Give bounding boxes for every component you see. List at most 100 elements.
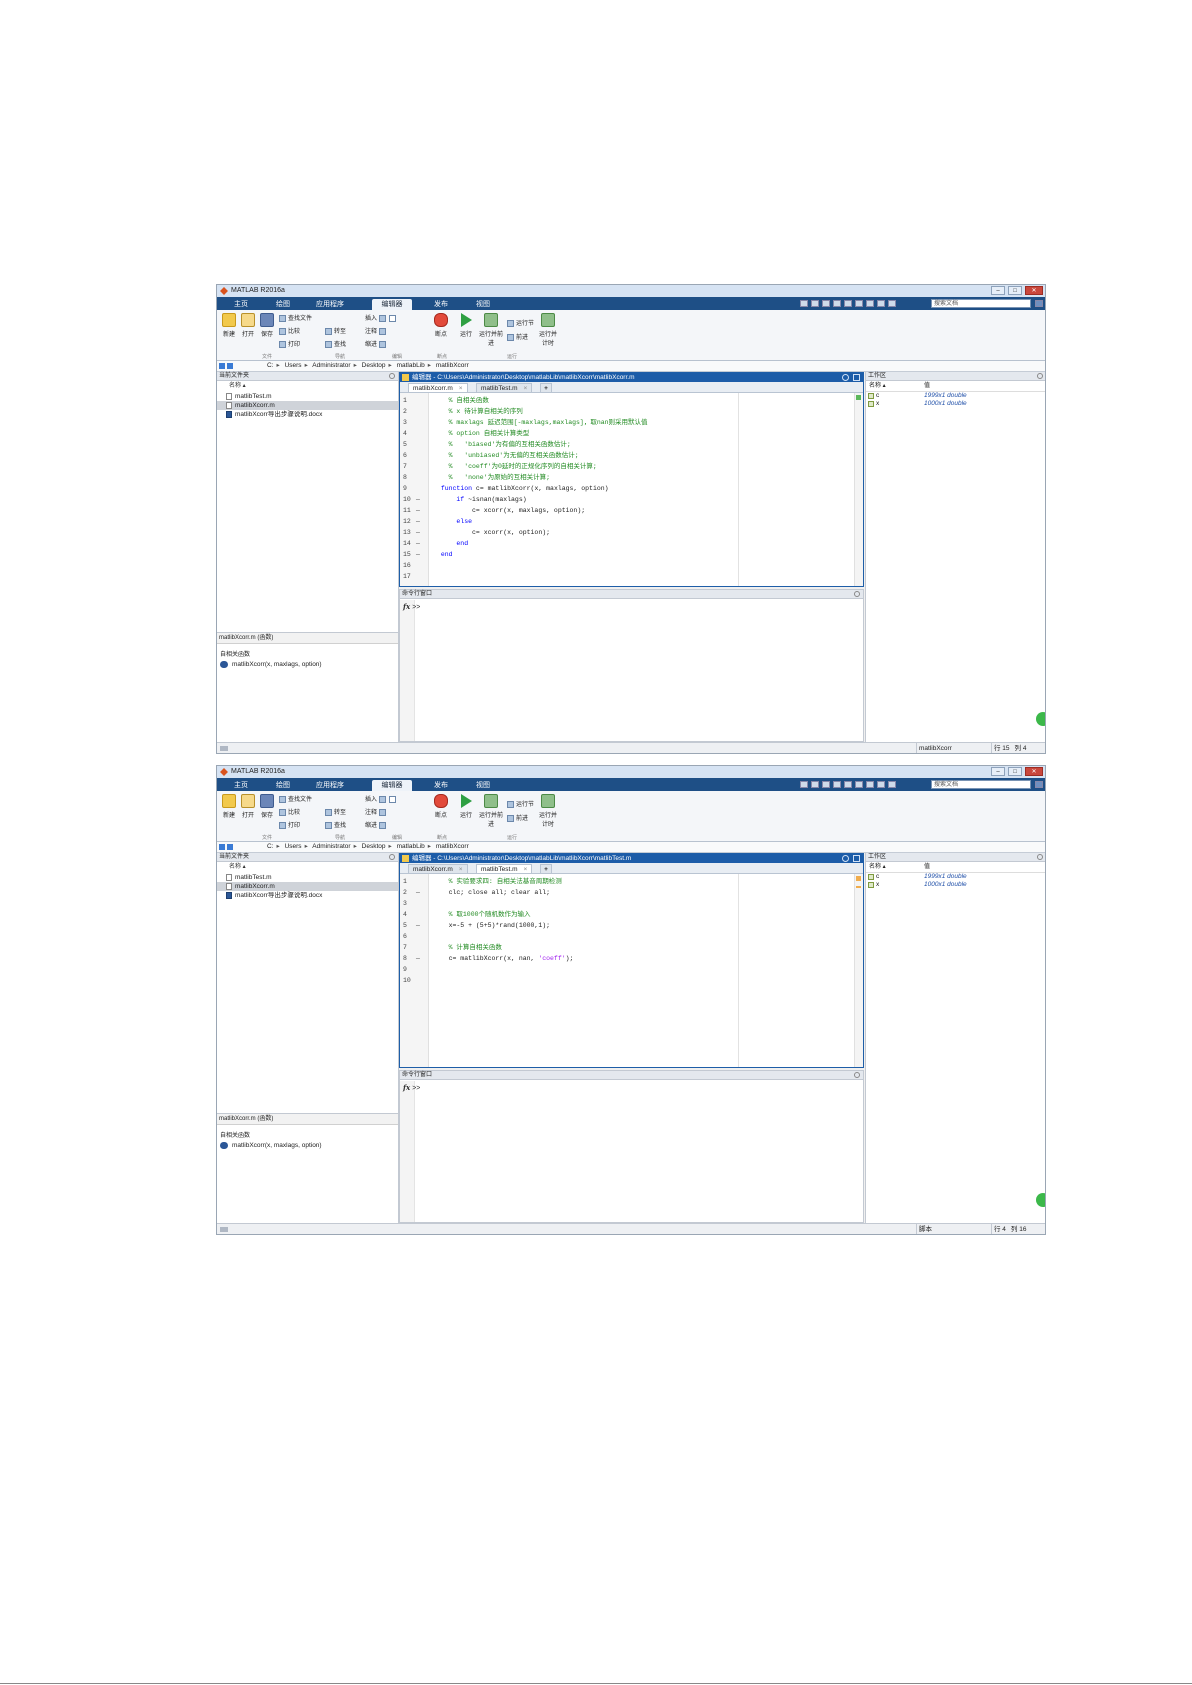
code-line[interactable]: 4 % 取1000个随机数作为输入 xyxy=(400,909,863,920)
editor-options-icon[interactable] xyxy=(842,855,849,862)
tab-view[interactable]: 视图 xyxy=(463,780,503,791)
code-line[interactable]: 8 — c= matlibXcorr(x, nan, 'coeff'); xyxy=(400,953,863,964)
pane-options-icon[interactable] xyxy=(854,1072,860,1078)
run-and-time-button[interactable]: 运行并计时 xyxy=(537,313,559,347)
goto-button[interactable]: 转至 xyxy=(325,807,346,816)
workspace-variable[interactable]: x 1000x1 double xyxy=(866,881,1045,889)
tab-close-icon[interactable]: × xyxy=(459,866,463,873)
find-files-button[interactable]: 查找文件 xyxy=(279,794,312,803)
back-arrow-icon[interactable] xyxy=(219,844,225,850)
forward-arrow-icon[interactable] xyxy=(227,844,233,850)
details-header[interactable]: matlibXcorr.m (函数) xyxy=(217,633,398,644)
code-line[interactable]: 9 function c= matlibXcorr(x, maxlags, op… xyxy=(400,483,863,494)
breakpoint-slot[interactable]: — xyxy=(416,494,420,505)
find-files-button[interactable]: 查找文件 xyxy=(279,313,312,322)
tab-plots[interactable]: 绘图 xyxy=(263,780,303,791)
maximize-button[interactable]: □ xyxy=(1008,767,1022,776)
code-line[interactable]: 1 % 实验要求四: 自相关法基音周期检测 xyxy=(400,876,863,887)
breadcrumb-item[interactable]: matlabLib xyxy=(397,843,425,850)
quick-undo-icon[interactable] xyxy=(844,300,852,307)
breakpoints-button[interactable]: 断点 xyxy=(432,794,450,819)
command-prompt[interactable]: fx >> xyxy=(403,1083,420,1092)
tab-close-icon[interactable]: × xyxy=(523,866,527,873)
tab-close-icon[interactable]: × xyxy=(523,385,527,392)
code-line[interactable]: 4 % option 自相关计算类型 xyxy=(400,428,863,439)
run-and-advance-button[interactable]: 运行并前进 xyxy=(479,794,503,828)
file-item-selected[interactable]: matlibXcorr.m xyxy=(217,401,398,410)
quick-save-icon[interactable] xyxy=(800,781,808,788)
quick-redo-icon[interactable] xyxy=(855,781,863,788)
ws-name-header[interactable]: 名称 ▴ xyxy=(869,863,886,872)
code-line[interactable]: 13 — c= xcorr(x, option); xyxy=(400,527,863,538)
editor-tab[interactable]: matlibXcorr.m × xyxy=(408,383,468,392)
quick-copy-icon[interactable] xyxy=(822,300,830,307)
code-line[interactable]: 3 xyxy=(400,898,863,909)
ws-value-header[interactable]: 值 xyxy=(924,863,930,872)
breakpoint-slot[interactable]: — xyxy=(416,516,420,527)
breadcrumb-item[interactable]: Administrator xyxy=(312,362,350,369)
tab-editor[interactable]: 编辑器 xyxy=(372,780,412,791)
file-item[interactable]: matlibXcorr导出步骤说明.docx xyxy=(217,410,398,419)
editor-tab[interactable]: matlibTest.m × xyxy=(476,864,533,873)
tab-apps[interactable]: 应用程序 xyxy=(305,780,355,791)
details-header[interactable]: matlibXcorr.m (函数) xyxy=(217,1114,398,1125)
tab-editor[interactable]: 编辑器 xyxy=(372,299,412,310)
search-documentation-input[interactable]: 搜索文档 xyxy=(931,299,1031,308)
indent-button[interactable]: 缩进 xyxy=(365,339,388,348)
minimize-button[interactable]: – xyxy=(991,286,1005,295)
ws-name-header[interactable]: 名称 ▴ xyxy=(869,382,886,391)
help-question-icon[interactable] xyxy=(888,781,896,788)
comment-button[interactable]: 注释 xyxy=(365,326,388,335)
code-line[interactable]: 10 — if ~isnan(maxlags) xyxy=(400,494,863,505)
close-button[interactable]: ✕ xyxy=(1025,286,1043,295)
code-line[interactable]: 11 — c= xcorr(x, maxlags, option); xyxy=(400,505,863,516)
name-column-header[interactable]: 名称 ▴ xyxy=(217,863,398,872)
breakpoint-slot[interactable]: — xyxy=(416,887,420,898)
code-area[interactable]: 1 % 实验要求四: 自相关法基音周期检测 2 — clc; close all; … xyxy=(400,874,863,1067)
run-button[interactable]: 运行 xyxy=(457,794,475,819)
new-tab-button[interactable]: + xyxy=(540,383,552,392)
help-icon[interactable] xyxy=(866,300,874,307)
tab-publish[interactable]: 发布 xyxy=(421,780,461,791)
file-item[interactable]: matlibTest.m xyxy=(217,873,398,882)
breadcrumb-item[interactable]: matlibXcorr xyxy=(436,843,469,850)
address-bar[interactable]: C: ▸ Users ▸ Administrator ▸ Desktop ▸ matla… xyxy=(217,361,1045,372)
advance-button[interactable]: 前进 xyxy=(507,813,528,822)
editor-options-icon[interactable] xyxy=(842,374,849,381)
code-line[interactable]: 8 % 'none'为原始的互相关计算; xyxy=(400,472,863,483)
breakpoint-slot[interactable]: — xyxy=(416,549,420,560)
breakpoint-slot[interactable]: — xyxy=(416,953,420,964)
address-bar[interactable]: C: ▸ Users ▸ Administrator ▸ Desktop ▸ matla… xyxy=(217,842,1045,853)
code-area[interactable]: 1 % 自相关函数 2 % x 待计算自相关的序列 3 % maxlags 延迟范围… xyxy=(400,393,863,586)
editor-close-icon[interactable] xyxy=(853,374,860,381)
print-button[interactable]: 打印 xyxy=(279,339,300,348)
breakpoints-button[interactable]: 断点 xyxy=(432,313,450,338)
forward-arrow-icon[interactable] xyxy=(227,363,233,369)
code-line[interactable]: 7 % 计算自相关函数 xyxy=(400,942,863,953)
code-line[interactable]: 2 — clc; close all; clear all; xyxy=(400,887,863,898)
tab-publish[interactable]: 发布 xyxy=(421,299,461,310)
run-section-button[interactable]: 运行节 xyxy=(507,799,534,808)
editor-close-icon[interactable] xyxy=(853,855,860,862)
code-line[interactable]: 2 % x 待计算自相关的序列 xyxy=(400,406,863,417)
breadcrumb-item[interactable]: Users xyxy=(285,362,302,369)
community-icon[interactable] xyxy=(877,781,885,788)
breakpoint-slot[interactable]: — xyxy=(416,538,420,549)
community-icon[interactable] xyxy=(877,300,885,307)
pane-options-icon[interactable] xyxy=(389,373,395,379)
quick-copy-icon[interactable] xyxy=(822,781,830,788)
find-button[interactable]: 查找 xyxy=(325,820,346,829)
save-button[interactable]: 保存 xyxy=(259,794,275,819)
advance-button[interactable]: 前进 xyxy=(507,332,528,341)
help-icon[interactable] xyxy=(866,781,874,788)
back-arrow-icon[interactable] xyxy=(219,363,225,369)
code-line[interactable]: 17 xyxy=(400,571,863,582)
file-item[interactable]: matlibTest.m xyxy=(217,392,398,401)
pane-options-icon[interactable] xyxy=(1037,854,1043,860)
code-line[interactable]: 9 xyxy=(400,964,863,975)
code-line[interactable]: 12 — else xyxy=(400,516,863,527)
editor-tab[interactable]: matlibTest.m × xyxy=(476,383,533,392)
comment-button[interactable]: 注释 xyxy=(365,807,388,816)
code-line[interactable]: 15 — end xyxy=(400,549,863,560)
collapse-toolstrip-icon[interactable] xyxy=(1035,781,1043,788)
